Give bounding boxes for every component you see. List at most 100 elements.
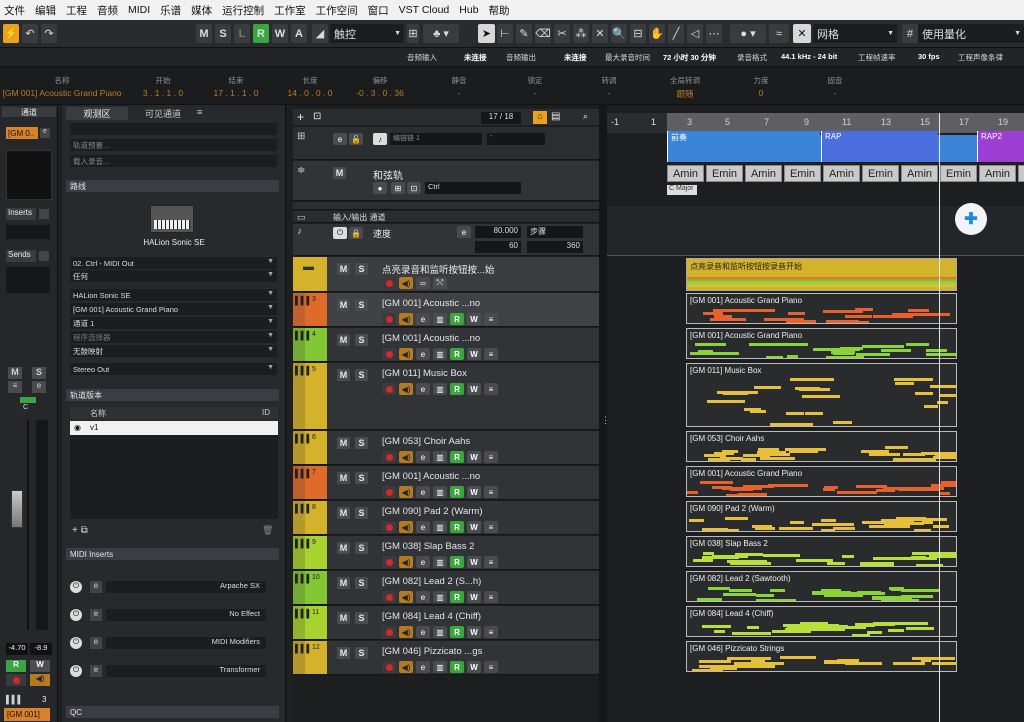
track-solo-button[interactable]: S	[355, 472, 368, 484]
track-name[interactable]: [GM 038] Slap Bass 2	[382, 541, 474, 552]
insert-slot[interactable]: No Effect	[106, 609, 266, 621]
inserts-slot[interactable]	[6, 225, 50, 239]
track-solo-button[interactable]: S	[355, 577, 368, 589]
tab-channel[interactable]: 通道	[2, 107, 56, 117]
snap-type-select[interactable]: 网格 ▼	[813, 24, 897, 43]
quantize-icon[interactable]: #	[902, 24, 918, 43]
home-icon[interactable]: ⌂	[533, 111, 547, 124]
midi-clip[interactable]: [GM 001] Acoustic Grand Piano	[686, 466, 957, 497]
folder-record-button[interactable]	[382, 277, 396, 289]
chain-select[interactable]: 编链链 1	[390, 133, 482, 145]
info-value-3[interactable]: 14 . 0 . 0 . 0	[288, 88, 333, 98]
track-mute-button[interactable]: M	[337, 612, 350, 624]
track-row[interactable]: 4 ▌▌▌ M S [GM 001] Acoustic ...no ◀) e ▥…	[293, 328, 599, 362]
chord-event[interactable]: Emin	[1018, 165, 1024, 182]
track-solo-button[interactable]: S	[355, 507, 368, 519]
track-record-button[interactable]	[382, 451, 396, 463]
chord-record-icon[interactable]: ●	[373, 182, 387, 194]
track-menu-icon[interactable]: ≡	[484, 383, 498, 395]
folder-lanes-icon[interactable]: ═	[416, 277, 430, 289]
menu-item-8[interactable]: 工作室	[270, 3, 312, 18]
track-row[interactable]: 12 ▌▌▌ M S [GM 046] Pizzicato ...gs ◀) e…	[293, 641, 599, 675]
track-name[interactable]: [GM 001] Acoustic ...no	[382, 333, 480, 344]
snap-on-icon[interactable]: ✕	[793, 24, 811, 43]
toolbar-w-button[interactable]: W	[272, 24, 288, 43]
object-select-icon[interactable]: ➤	[478, 24, 495, 43]
chord-event[interactable]: Emin	[940, 165, 977, 182]
track-read-button[interactable]: R	[450, 556, 464, 568]
menu-item-12[interactable]: Hub	[455, 4, 484, 16]
track-solo-button[interactable]: S	[355, 612, 368, 624]
chord-follow-icon[interactable]: ⊡	[407, 182, 421, 194]
track-write-button[interactable]: W	[467, 521, 481, 533]
chord-keyboard-icon[interactable]: ⊞	[391, 182, 405, 194]
track-name[interactable]: [GM 090] Pad 2 (Warm)	[382, 506, 482, 517]
color-icon[interactable]: ● ▾	[730, 24, 766, 43]
track-edit-icon[interactable]: e	[416, 313, 430, 325]
track-instrument-icon[interactable]: ▥	[433, 383, 447, 395]
toolbar-l-button[interactable]: L	[234, 24, 250, 43]
menu-item-9[interactable]: 工作空间	[312, 3, 364, 18]
sends-label[interactable]: Sends	[6, 250, 36, 262]
track-record-button[interactable]	[382, 626, 396, 638]
load-recording-row[interactable]: 载入录音...	[70, 155, 277, 167]
chord-event[interactable]: Emin	[862, 165, 899, 182]
track-list-menu-icon[interactable]: ⊡	[313, 111, 321, 122]
track-monitor-button[interactable]: ◀)	[399, 661, 413, 673]
track-solo-button[interactable]: S	[355, 437, 368, 449]
track-read-button[interactable]: R	[450, 383, 464, 395]
track-monitor-button[interactable]: ◀)	[399, 348, 413, 360]
track-menu-icon[interactable]: ≡	[484, 591, 498, 603]
midi-clip[interactable]: [GM 090] Pad 2 (Warm)	[686, 501, 957, 532]
track-instrument-icon[interactable]: ▥	[433, 348, 447, 360]
track-monitor-button[interactable]: ◀)	[399, 313, 413, 325]
info-value-5[interactable]: -	[458, 88, 461, 98]
track-menu-icon[interactable]: ≡	[484, 486, 498, 498]
routing-row-6[interactable]: 无鼓映射 ▼	[70, 345, 277, 357]
track-mute-button[interactable]: M	[337, 334, 350, 346]
midi-clip[interactable]: [GM 084] Lead 4 (Chiff)	[686, 606, 957, 637]
midi-inserts-section[interactable]: MIDI Inserts	[66, 548, 279, 560]
mute-tool-icon[interactable]: ✕	[592, 24, 608, 43]
automation-mode-select[interactable]: 触控 ▼	[330, 24, 404, 43]
insert-slot[interactable]: Arpache SX	[106, 581, 266, 593]
track-edit-icon[interactable]: e	[416, 383, 430, 395]
folder-mute-button[interactable]: M	[337, 263, 350, 275]
track-record-button[interactable]	[382, 348, 396, 360]
glue-icon[interactable]: ⁂	[573, 24, 589, 43]
delete-version-icon[interactable]: 🗑	[262, 525, 273, 536]
version-row[interactable]: ◉ v1	[70, 421, 278, 435]
midi-clip[interactable]: [GM 082] Lead 2 (Sawtooth)	[686, 571, 957, 602]
tempo-step-select[interactable]: 步骤	[527, 226, 583, 238]
edit-icon[interactable]: e	[40, 128, 50, 138]
track-menu-icon[interactable]: ≡	[484, 451, 498, 463]
add-version-icon[interactable]: + ⧉	[72, 525, 88, 536]
track-row-chord[interactable]: ≑ M 和弦轨 ● ⊞ ⊡ Ctrl	[293, 161, 599, 201]
track-name[interactable]: [GM 011] Music Box	[382, 368, 467, 379]
track-monitor-button[interactable]: ◀)	[399, 556, 413, 568]
sends-slot[interactable]	[6, 267, 50, 293]
play-tool-icon[interactable]: ◁	[687, 24, 703, 43]
activate-project-icon[interactable]: ⚡	[3, 24, 19, 43]
track-mute-button[interactable]: M	[337, 437, 350, 449]
chain-select-2[interactable]: -	[487, 133, 545, 145]
snap-toggle-icon[interactable]: ≈	[769, 24, 789, 43]
strip-mute-button[interactable]: M	[8, 367, 22, 379]
splitter[interactable]: ⋮	[599, 105, 610, 722]
track-menu-icon[interactable]: ≡	[484, 313, 498, 325]
track-record-button[interactable]	[382, 556, 396, 568]
quantize-select[interactable]: 使用量化 ▼	[918, 24, 1024, 43]
routing-row-0[interactable]: 02. Ctrl - MIDI Out ▼	[70, 257, 277, 269]
channel-name[interactable]: [GM 0..	[6, 127, 38, 139]
track-write-button[interactable]: W	[467, 486, 481, 498]
chord-event[interactable]: Amin	[667, 165, 704, 182]
strip-solo-button[interactable]: S	[32, 367, 46, 379]
inserts-bypass-icon[interactable]	[39, 209, 49, 219]
strip-listen-icon[interactable]: ≡	[8, 381, 22, 393]
menu-item-1[interactable]: 编辑	[31, 3, 62, 18]
insert-edit-icon[interactable]: e	[90, 665, 102, 677]
track-write-button[interactable]: W	[467, 383, 481, 395]
playhead[interactable]	[939, 113, 940, 722]
key-signature[interactable]: C Major	[667, 185, 697, 195]
pencil-icon[interactable]: ✎	[516, 24, 532, 43]
